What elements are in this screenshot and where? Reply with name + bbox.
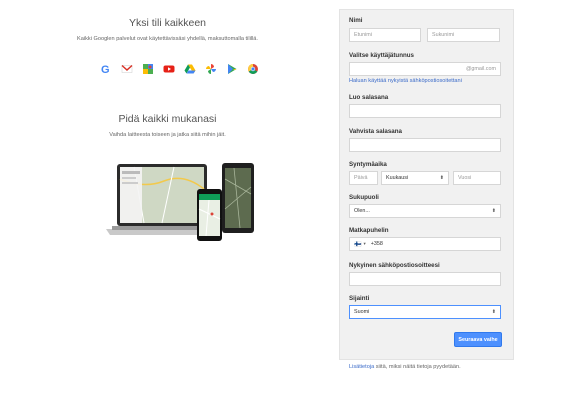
- chevron-updown-icon: ⬍: [439, 175, 444, 181]
- photos-icon: [205, 63, 217, 75]
- current-email-label: Nykyinen sähköpostiosoitteesi: [349, 262, 440, 269]
- gender-value: Olen...: [354, 208, 370, 214]
- last-name-field[interactable]: Sukunimi: [427, 28, 500, 42]
- product-icons-row: G: [100, 63, 259, 75]
- footer-note: Lisätietoja siitä, miksi näitä tietoja p…: [349, 364, 461, 370]
- gender-select[interactable]: Olen... ⬍: [349, 204, 501, 218]
- username-label: Valitse käyttäjätunnus: [349, 52, 414, 59]
- country-dropdown-icon[interactable]: ▾: [363, 241, 365, 247]
- birth-month-value: Kuukausi: [386, 175, 409, 181]
- password-label: Luo salasana: [349, 94, 389, 101]
- location-label: Sijainti: [349, 295, 370, 302]
- next-step-button[interactable]: Seuraava vaihe: [454, 332, 502, 347]
- chevron-updown-icon: ⬍: [491, 208, 496, 214]
- gmail-icon: [121, 63, 133, 75]
- confirm-password-label: Vahvista salasana: [349, 128, 402, 135]
- gmail-suffix: @gmail.com: [465, 66, 496, 72]
- subtitle-take-everything: Vaihda laitteesta toiseen ja jatka siitä…: [109, 132, 226, 138]
- footer-text: siitä, miksi näitä tietoja pyydetään.: [374, 364, 461, 370]
- birth-month-select[interactable]: Kuukausi ⬍: [381, 171, 449, 185]
- svg-text:G: G: [101, 64, 110, 75]
- gender-label: Sukupuoli: [349, 194, 379, 201]
- headline-take-everything: Pidä kaikki mukanasi: [118, 113, 217, 125]
- maps-icon: [142, 63, 154, 75]
- left-column: Yksi tili kaikkeen Kaikki Googlen palvel…: [0, 0, 335, 401]
- play-store-icon: [226, 63, 238, 75]
- location-value: Suomi: [354, 309, 370, 315]
- headline-one-account: Yksi tili kaikkeen: [128, 17, 207, 29]
- drive-icon: [184, 63, 196, 75]
- confirm-password-field[interactable]: [349, 138, 501, 152]
- youtube-icon: [163, 63, 175, 75]
- first-name-field[interactable]: Etunimi: [349, 28, 421, 42]
- chevron-updown-icon: ⬍: [491, 309, 496, 315]
- birthday-label: Syntymäaika: [349, 161, 387, 168]
- devices-illustration: [106, 163, 254, 241]
- finland-flag-icon[interactable]: 🇫🇮: [354, 241, 361, 248]
- current-email-field[interactable]: [349, 272, 501, 286]
- subtitle-one-account: Kaikki Googlen palvelut ovat käytettävis…: [77, 36, 258, 42]
- mobile-phone-field[interactable]: 🇫🇮 ▾ +358: [349, 237, 501, 251]
- mobile-phone-label: Matkapuhelin: [349, 227, 389, 234]
- use-existing-email-link[interactable]: Haluan käyttää nykyistä sähköpostiosoite…: [349, 78, 462, 84]
- location-select[interactable]: Suomi ⬍: [349, 305, 501, 319]
- phone-prefix: +358: [370, 241, 383, 247]
- birth-day-field[interactable]: Päivä: [349, 171, 378, 185]
- learn-more-link[interactable]: Lisätietoja: [349, 364, 374, 370]
- username-field[interactable]: @gmail.com: [349, 62, 501, 76]
- password-field[interactable]: [349, 104, 501, 118]
- google-g-icon: G: [100, 63, 112, 75]
- birth-year-field[interactable]: Vuosi: [453, 171, 501, 185]
- phone-screen: [199, 194, 220, 236]
- chrome-icon: [247, 63, 259, 75]
- name-label: Nimi: [349, 17, 363, 24]
